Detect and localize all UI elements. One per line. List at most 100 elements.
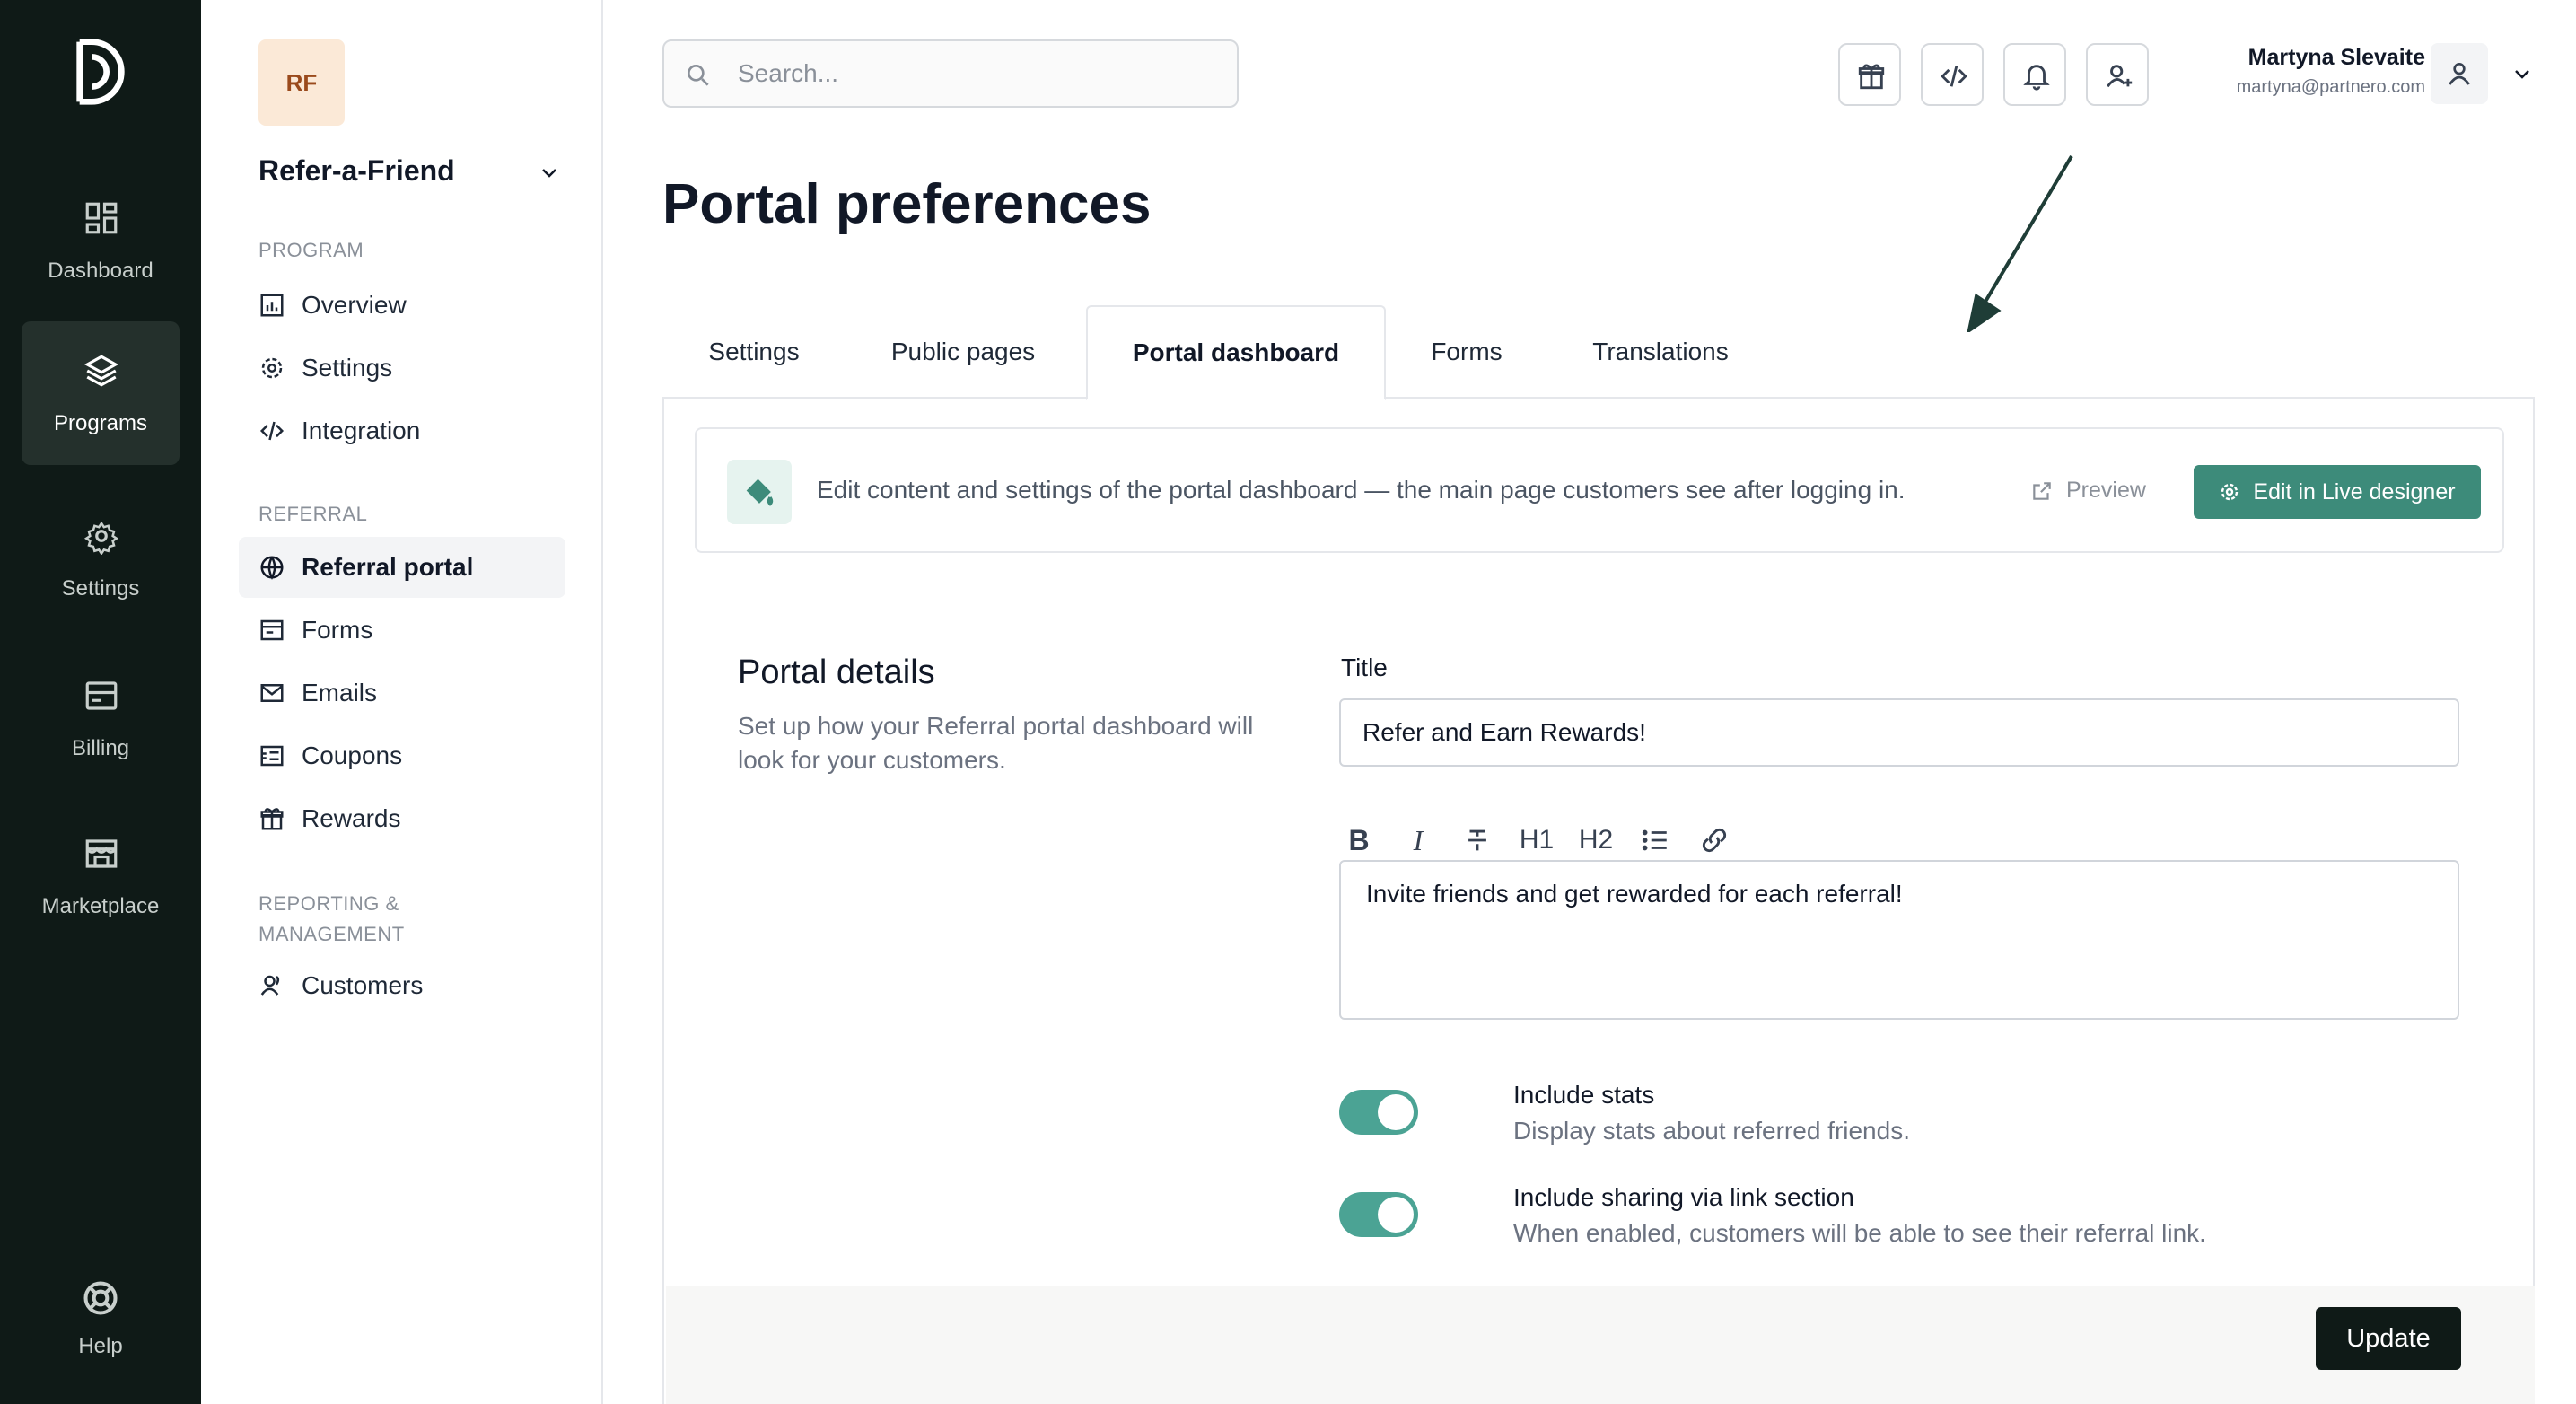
tab-bar: Settings Public pages Portal dashboard F…	[662, 305, 2535, 400]
tab-settings[interactable]: Settings	[662, 305, 846, 399]
gear-icon	[83, 521, 119, 555]
gift-icon	[1858, 64, 1885, 90]
nav-item-coupons[interactable]: Coupons	[239, 725, 565, 786]
tab-public-pages[interactable]: Public pages	[846, 305, 1081, 399]
nav-item-label: Integration	[302, 417, 421, 444]
rail-item-label: Settings	[61, 576, 140, 601]
heading1-button[interactable]: H1	[1517, 820, 1556, 860]
include-stats-title: Include stats	[1513, 1081, 1655, 1109]
icon-rail: Dashboard Programs Settings Billing Mark…	[0, 0, 201, 1404]
main-content: Search... Martyna Slevaite martyna@partn…	[603, 0, 2576, 1404]
list-icon	[1642, 829, 1667, 851]
bold-button[interactable]: B	[1339, 820, 1379, 860]
program-sidebar: RF Refer-a-Friend PROGRAM Overview Setti…	[201, 0, 603, 1404]
rail-item-billing[interactable]: Billing	[22, 646, 180, 790]
bell-icon	[2023, 65, 2050, 91]
help-label[interactable]: Help	[0, 1334, 201, 1359]
dashboard-icon	[85, 202, 118, 234]
section-reporting-line1: REPORTING &	[258, 892, 399, 915]
program-avatar: RF	[258, 39, 345, 126]
preview-link[interactable]: Preview	[2030, 478, 2146, 504]
chevron-down-icon[interactable]	[2511, 63, 2533, 84]
store-icon	[85, 839, 118, 868]
code-icon	[1941, 66, 1967, 87]
form-icon	[260, 619, 284, 641]
billing-icon	[85, 681, 118, 710]
users-icon	[260, 975, 280, 996]
rail-item-dashboard[interactable]: Dashboard	[22, 169, 180, 312]
heading2-button[interactable]: H2	[1576, 820, 1616, 860]
nav-item-label: Coupons	[302, 741, 403, 769]
rail-item-programs[interactable]: Programs	[22, 321, 180, 465]
search-placeholder: Search...	[738, 59, 839, 87]
rail-item-label: Dashboard	[48, 259, 153, 283]
globe-icon	[260, 556, 284, 580]
nav-item-overview[interactable]: Overview	[239, 275, 565, 336]
toggle-knob	[1378, 1197, 1414, 1233]
include-stats-desc: Display stats about referred friends.	[1513, 1117, 1910, 1145]
update-button[interactable]: Update	[2316, 1307, 2461, 1370]
code-icon	[259, 421, 285, 441]
section-description: Set up how your Referral portal dashboar…	[738, 712, 1254, 774]
strikethrough-button[interactable]	[1458, 820, 1497, 860]
include-sharing-toggle[interactable]	[1339, 1192, 1418, 1237]
nav-item-referral-portal[interactable]: Referral portal	[239, 537, 565, 598]
edit-live-designer-button[interactable]: Edit in Live designer	[2194, 465, 2481, 519]
link-button[interactable]	[1695, 820, 1734, 860]
nav-item-settings[interactable]: Settings	[239, 338, 565, 399]
rail-item-marketplace[interactable]: Marketplace	[22, 804, 180, 948]
chart-icon	[260, 294, 284, 317]
gift-icon	[260, 808, 284, 830]
tab-portal-dashboard[interactable]: Portal dashboard	[1086, 305, 1386, 400]
gear-icon	[261, 357, 283, 379]
nav-item-label: Rewards	[302, 804, 401, 832]
user-icon	[2449, 63, 2470, 85]
external-link-icon	[2033, 481, 2051, 500]
include-stats-toggle[interactable]	[1339, 1090, 1418, 1135]
tab-translations[interactable]: Translations	[1547, 305, 1774, 399]
rail-item-settings[interactable]: Settings	[22, 487, 180, 630]
nav-item-label: Settings	[302, 354, 393, 382]
nav-item-label: Forms	[302, 616, 373, 644]
portal-dashboard-panel: Edit content and settings of the portal …	[662, 399, 2535, 1404]
gift-button[interactable]	[1838, 43, 1901, 106]
nav-item-forms[interactable]: Forms	[239, 600, 565, 661]
include-sharing-desc: When enabled, customers will be able to …	[1513, 1219, 2206, 1247]
notifications-button[interactable]	[2003, 43, 2066, 106]
title-label: Title	[1341, 654, 1388, 681]
nav-item-label: Customers	[302, 971, 424, 999]
coupon-icon	[260, 745, 284, 767]
info-text: Edit content and settings of the portal …	[817, 476, 1906, 504]
strikethrough-icon	[1468, 829, 1486, 851]
preview-label: Preview	[2066, 478, 2146, 503]
section-program: PROGRAM	[258, 239, 364, 261]
tab-forms[interactable]: Forms	[1386, 305, 1547, 399]
partnero-logo-icon[interactable]	[70, 36, 131, 108]
description-editor[interactable]: Invite friends and get rewarded for each…	[1339, 860, 2459, 1020]
user-name[interactable]: Martyna Slevaite	[2248, 45, 2425, 71]
form-footer: Update	[666, 1286, 2535, 1404]
title-input[interactable]: Refer and Earn Rewards!	[1339, 698, 2459, 767]
italic-button[interactable]: I	[1398, 820, 1438, 860]
program-name[interactable]: Refer-a-Friend	[258, 154, 455, 188]
nav-item-label: Overview	[302, 291, 407, 319]
search-box[interactable]: Search...	[662, 39, 1239, 108]
developer-button[interactable]	[1921, 43, 1984, 106]
section-title: Portal details	[738, 654, 935, 691]
search-icon	[688, 65, 709, 86]
chevron-down-icon[interactable]	[539, 162, 560, 183]
rail-item-label: Programs	[53, 411, 148, 435]
user-email: martyna@partnero.com	[2236, 77, 2425, 97]
help-lifebuoy-icon[interactable]	[81, 1278, 120, 1318]
nav-item-emails[interactable]: Emails	[239, 663, 565, 724]
nav-item-label: Emails	[302, 679, 378, 706]
section-referral: REFERRAL	[258, 503, 368, 525]
nav-item-integration[interactable]: Integration	[239, 400, 565, 461]
nav-item-rewards[interactable]: Rewards	[239, 788, 565, 849]
email-icon	[260, 684, 284, 702]
nav-item-customers[interactable]: Customers	[239, 955, 565, 1016]
invite-user-button[interactable]	[2086, 43, 2149, 106]
avatar[interactable]	[2431, 43, 2488, 104]
link-icon	[1702, 828, 1727, 853]
bullet-list-button[interactable]	[1635, 820, 1675, 860]
